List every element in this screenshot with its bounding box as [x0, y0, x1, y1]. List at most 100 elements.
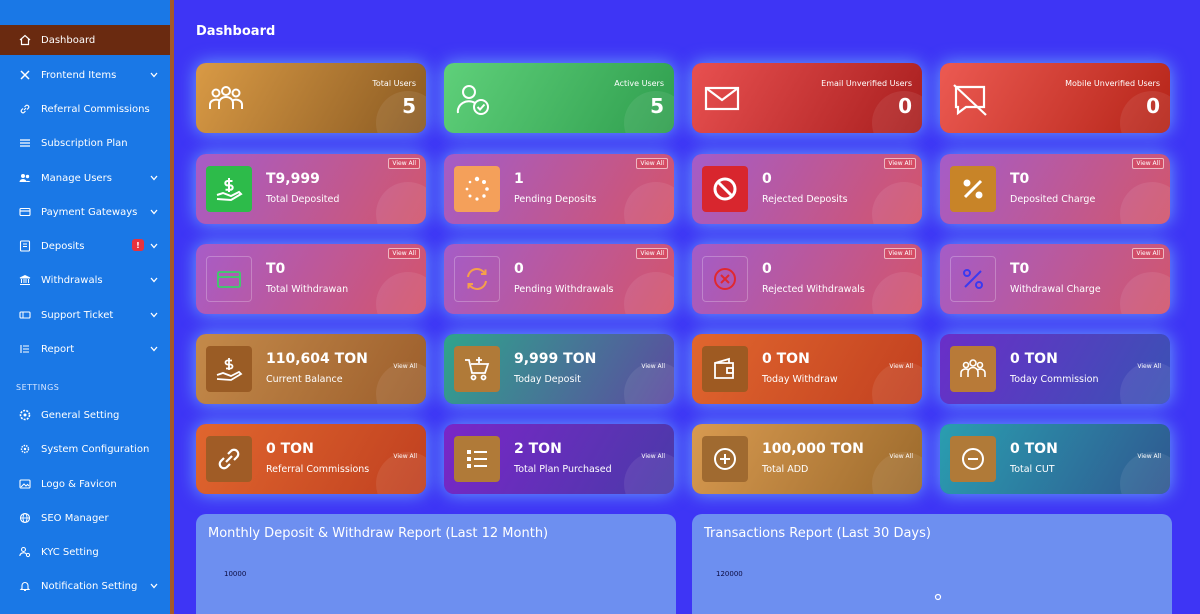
stat-label: Total Deposited — [266, 194, 340, 205]
sidebar-item-notification-setting[interactable]: Notification Setting — [0, 571, 170, 601]
card-total-cut[interactable]: View All 0 TON Total CUT — [940, 424, 1170, 494]
sidebar-item-deposits[interactable]: Deposits ! — [0, 231, 170, 261]
stat-value: 110,604 TON — [266, 351, 368, 367]
stat-label: Rejected Withdrawals — [762, 284, 865, 295]
stat-value: 0 TON — [762, 351, 810, 367]
sidebar-item-label: Report — [41, 343, 75, 355]
user-check-icon — [456, 83, 492, 115]
sidebar-item-referral-commissions[interactable]: Referral Commissions — [0, 94, 170, 124]
card-decoration — [1120, 91, 1170, 133]
card-today-commission[interactable]: View All 0 TON Today Commission — [940, 334, 1170, 404]
card-total-deposited[interactable]: View All T9,999 Total Deposited — [196, 154, 426, 224]
chevron-down-icon — [150, 581, 158, 592]
card-current-balance[interactable]: View All 110,604 TON Current Balance — [196, 334, 426, 404]
stat-value: T0 — [1010, 171, 1030, 187]
sidebar-item-general-setting[interactable]: General Setting — [0, 400, 170, 430]
users-group-icon — [950, 346, 996, 392]
view-all-link[interactable]: View All — [390, 452, 420, 461]
card-total-plan-purchased[interactable]: View All 2 TON Total Plan Purchased — [444, 424, 674, 494]
stat-label: Total Plan Purchased — [514, 464, 612, 475]
sidebar-item-manage-users[interactable]: Manage Users — [0, 163, 170, 193]
users-group-icon — [208, 83, 244, 113]
sidebar-item-frontend-items[interactable]: Frontend Items — [0, 60, 170, 90]
main-content: Dashboard Total Users 5 Active Users 5 E… — [174, 0, 1200, 614]
stat-value: 0 TON — [266, 441, 314, 457]
card-pending-deposits[interactable]: View All 1 Pending Deposits — [444, 154, 674, 224]
view-all-link[interactable]: View All — [390, 362, 420, 371]
stat-label: Total ADD — [762, 464, 809, 475]
list-icon — [18, 136, 32, 150]
cog-icon — [18, 442, 32, 456]
settings-heading: SETTINGS — [16, 383, 60, 392]
view-all-link[interactable]: View All — [636, 158, 668, 169]
sidebar-item-label: SEO Manager — [41, 512, 109, 524]
sidebar-item-payment-gateways[interactable]: Payment Gateways — [0, 197, 170, 227]
card-withdrawal-charge[interactable]: View All T0 Withdrawal Charge — [940, 244, 1170, 314]
list-check-icon — [454, 436, 500, 482]
sidebar-item-label: Referral Commissions — [41, 103, 150, 115]
view-all-link[interactable]: View All — [1134, 362, 1164, 371]
card-today-withdraw[interactable]: View All 0 TON Today Withdraw — [692, 334, 922, 404]
sidebar-item-support-ticket[interactable]: Support Ticket — [0, 300, 170, 330]
view-all-link[interactable]: View All — [884, 248, 916, 259]
sidebar-item-dashboard[interactable]: Dashboard — [0, 25, 170, 55]
view-all-link[interactable]: View All — [886, 362, 916, 371]
hand-dollar-icon — [206, 166, 252, 212]
card-total-withdrawan[interactable]: View All T0 Total Withdrawan — [196, 244, 426, 314]
sidebar-item-report[interactable]: Report — [0, 334, 170, 364]
view-all-link[interactable]: View All — [1132, 248, 1164, 259]
view-all-link[interactable]: View All — [884, 158, 916, 169]
stat-label: Email Unverified Users — [821, 79, 912, 88]
card-total-users[interactable]: Total Users 5 — [196, 63, 426, 133]
stat-value: 5 — [650, 94, 664, 118]
card-active-users[interactable]: Active Users 5 — [444, 63, 674, 133]
card-decoration — [376, 272, 426, 314]
card-total-add[interactable]: View All 100,000 TON Total ADD — [692, 424, 922, 494]
view-all-link[interactable]: View All — [636, 248, 668, 259]
stat-label: Mobile Unverified Users — [1065, 79, 1160, 88]
chevron-down-icon — [150, 173, 158, 184]
card-deposited-charge[interactable]: View All T0 Deposited Charge — [940, 154, 1170, 224]
card-rejected-deposits[interactable]: View All 0 Rejected Deposits — [692, 154, 922, 224]
view-all-link[interactable]: View All — [1134, 452, 1164, 461]
card-today-deposit[interactable]: View All 9,999 TON Today Deposit — [444, 334, 674, 404]
minus-circle-icon — [950, 436, 996, 482]
card-email-unverified-users[interactable]: Email Unverified Users 0 — [692, 63, 922, 133]
stat-value: 2 TON — [514, 441, 562, 457]
sidebar-item-label: Payment Gateways — [41, 206, 138, 218]
stat-label: Referral Commissions — [266, 464, 370, 475]
stat-value: 0 — [898, 94, 912, 118]
sidebar-item-subscription-plan[interactable]: Subscription Plan — [0, 128, 170, 158]
view-all-link[interactable]: View All — [1132, 158, 1164, 169]
transactions-report-chart: Transactions Report (Last 30 Days) 12000… — [692, 514, 1172, 614]
message-slash-icon — [952, 83, 988, 116]
stat-label: Rejected Deposits — [762, 194, 848, 205]
home-icon — [18, 33, 32, 47]
sidebar-item-withdrawals[interactable]: Withdrawals — [0, 265, 170, 295]
sidebar-item-seo-manager[interactable]: SEO Manager — [0, 503, 170, 533]
sidebar-item-logo-favicon[interactable]: Logo & Favicon — [0, 469, 170, 499]
stat-label: Current Balance — [266, 374, 343, 385]
users-icon — [18, 171, 32, 185]
sidebar-item-system-configuration[interactable]: System Configuration — [0, 434, 170, 464]
bank-icon — [18, 273, 32, 287]
chevron-down-icon — [150, 275, 158, 286]
stat-label: Pending Deposits — [514, 194, 597, 205]
view-all-link[interactable]: View All — [388, 248, 420, 259]
view-all-link[interactable]: View All — [388, 158, 420, 169]
view-all-link[interactable]: View All — [886, 452, 916, 461]
card-icon — [18, 205, 32, 219]
card-referral-commissions[interactable]: View All 0 TON Referral Commissions — [196, 424, 426, 494]
card-pending-withdrawals[interactable]: View All 0 Pending Withdrawals — [444, 244, 674, 314]
sidebar-item-label: System Configuration — [41, 443, 150, 455]
sidebar: Dashboard Frontend Items Referral Commis… — [0, 0, 174, 614]
stat-value: 0 TON — [1010, 441, 1058, 457]
sidebar-item-label: Logo & Favicon — [41, 478, 117, 490]
card-rejected-withdrawals[interactable]: View All 0 Rejected Withdrawals — [692, 244, 922, 314]
stat-value: 100,000 TON — [762, 441, 864, 457]
view-all-link[interactable]: View All — [638, 452, 668, 461]
view-all-link[interactable]: View All — [638, 362, 668, 371]
card-mobile-unverified-users[interactable]: Mobile Unverified Users 0 — [940, 63, 1170, 133]
percent-outline-icon — [950, 256, 996, 302]
sidebar-item-kyc-setting[interactable]: KYC Setting — [0, 537, 170, 567]
